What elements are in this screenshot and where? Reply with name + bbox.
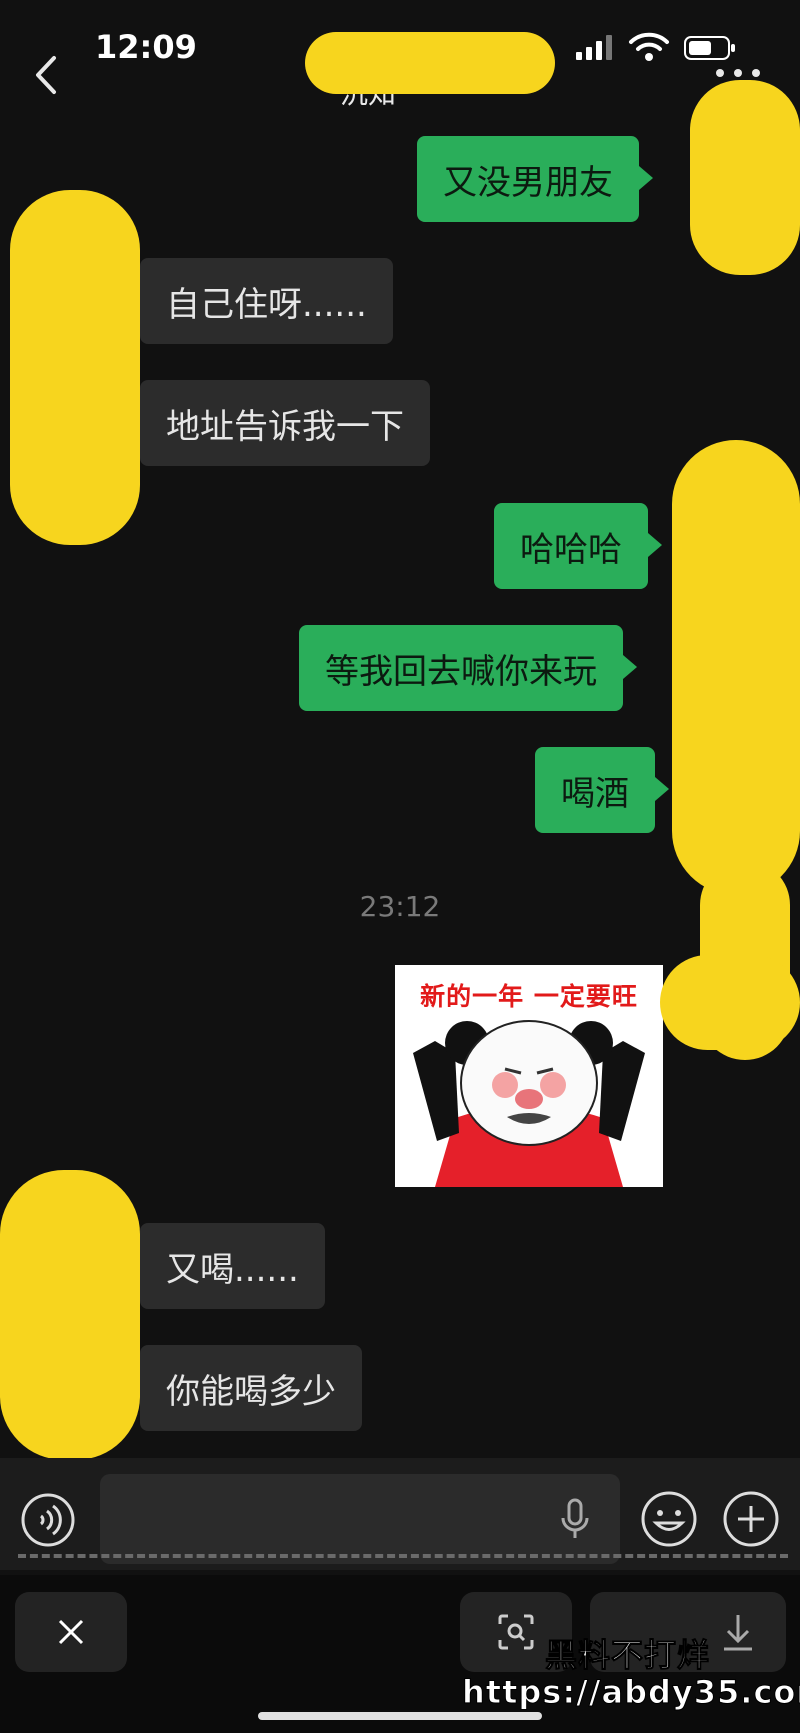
message-text: 又喝...... xyxy=(166,1249,299,1290)
message-text: 地址告诉我一下 xyxy=(166,406,404,447)
redaction-mark xyxy=(690,80,800,275)
emoji-icon[interactable] xyxy=(640,1490,698,1548)
close-icon xyxy=(58,1619,84,1645)
panda-meme-illustration xyxy=(413,1020,645,1187)
message-text: 自己住呀...... xyxy=(166,284,367,325)
redaction-mark xyxy=(0,1170,140,1460)
plus-icon[interactable] xyxy=(722,1490,780,1548)
message-bubble-outgoing[interactable]: 等我回去喊你来玩 xyxy=(299,625,637,711)
divider xyxy=(18,1554,788,1558)
voice-icon[interactable] xyxy=(20,1492,76,1548)
chat-timestamp: 23:12 xyxy=(359,890,441,923)
close-button[interactable] xyxy=(15,1592,127,1672)
message-bubble-incoming[interactable]: 又喝...... xyxy=(126,1223,325,1309)
scan-icon xyxy=(498,1614,534,1650)
message-bubble-incoming[interactable]: 自己住呀...... xyxy=(126,258,393,344)
back-icon[interactable] xyxy=(28,52,68,98)
watermark-text: 黑料不打烊 xyxy=(544,1636,711,1675)
message-bubble-incoming[interactable]: 你能喝多少 xyxy=(126,1345,362,1431)
redaction-mark xyxy=(660,955,800,1050)
wifi-icon xyxy=(629,32,669,61)
redaction-mark xyxy=(672,440,800,895)
watermark-url: https://abdy35.com xyxy=(462,1673,800,1712)
redaction-mark xyxy=(10,190,140,545)
message-text: 喝酒 xyxy=(561,773,629,814)
message-bubble-outgoing[interactable]: 喝酒 xyxy=(535,747,669,833)
message-bubble-incoming[interactable]: 地址告诉我一下 xyxy=(126,380,430,466)
message-text: 你能喝多少 xyxy=(166,1371,336,1412)
message-bubble-outgoing[interactable]: 又没男朋友 xyxy=(417,136,653,222)
status-time: 12:09 xyxy=(95,28,197,66)
sticker-caption: 新的一年 一定要旺 xyxy=(420,982,638,1011)
signal-icon xyxy=(576,35,612,60)
message-text: 又没男朋友 xyxy=(443,162,613,203)
message-text: 哈哈哈 xyxy=(520,529,622,570)
message-text: 等我回去喊你来玩 xyxy=(325,651,597,692)
redaction-mark xyxy=(305,32,555,94)
message-input[interactable] xyxy=(100,1474,620,1564)
mic-icon[interactable] xyxy=(560,1498,590,1540)
message-bubble-outgoing[interactable]: 哈哈哈 xyxy=(494,503,662,589)
home-indicator xyxy=(258,1712,542,1720)
download-icon xyxy=(724,1615,752,1651)
sticker-image[interactable]: 新的一年 一定要旺 xyxy=(395,965,663,1187)
battery-icon xyxy=(684,36,735,60)
